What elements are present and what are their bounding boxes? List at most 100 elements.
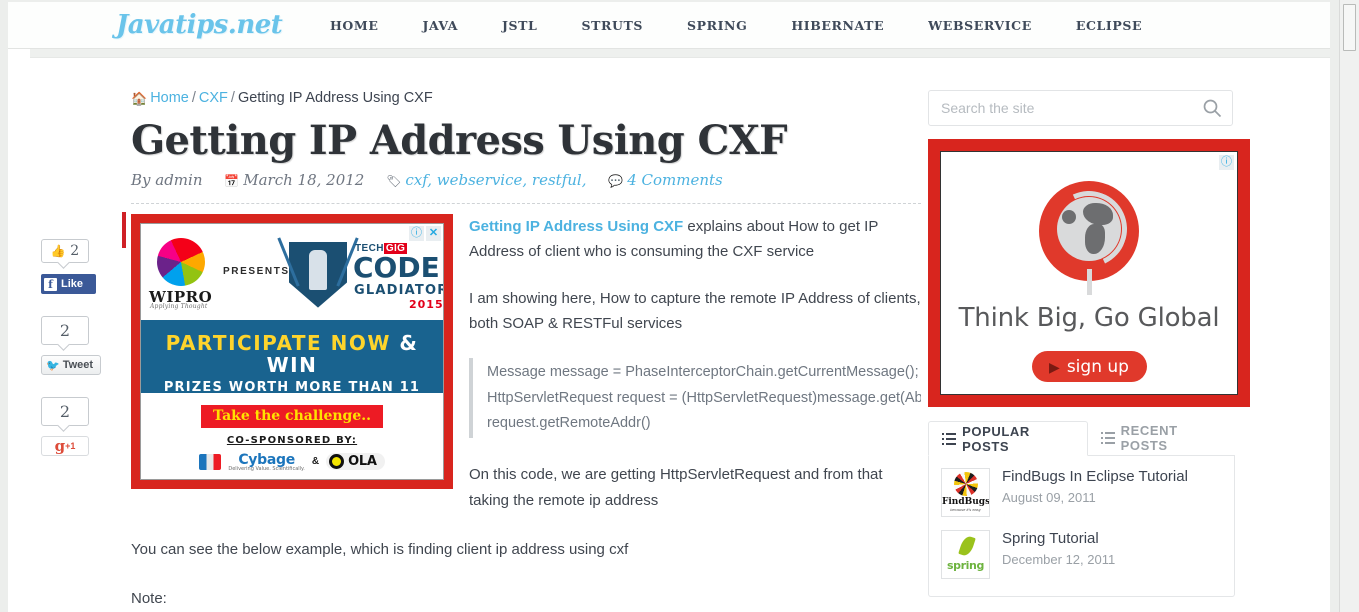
- facebook-icon: f: [44, 277, 57, 291]
- article-inline-link[interactable]: Getting IP Address Using CXF: [469, 218, 683, 235]
- nav-item-eclipse[interactable]: ECLIPSE: [1054, 18, 1164, 33]
- gladiator-figure-icon: [309, 249, 327, 290]
- ad-row-cta: Take the challenge.. CO-SPONSORED BY: Cy…: [141, 393, 443, 477]
- cybage-tagline: Delivering Value. Scientifically.: [228, 465, 305, 472]
- breadcrumb-category-link[interactable]: CXF: [199, 90, 228, 106]
- site-logo[interactable]: Javatips.net: [116, 10, 283, 40]
- post-author: By admin: [131, 170, 203, 189]
- code-line-3: request.getRemoteAddr(): [487, 415, 651, 432]
- facebook-like-label: Like: [61, 278, 84, 290]
- google-plus-one-button[interactable]: g +1: [41, 436, 89, 456]
- tab-popular-posts[interactable]: POPULAR POSTS: [928, 421, 1088, 456]
- ad-year: 2015: [409, 297, 444, 311]
- google-plus-one-label: +1: [65, 441, 76, 451]
- ad-ampersand: &: [399, 330, 419, 355]
- article-paragraph-4: You can see the below example, which is …: [131, 540, 629, 558]
- ad-code-word: CODE: [353, 250, 440, 284]
- nav-item-home[interactable]: HOME: [308, 18, 400, 33]
- post-tags[interactable]: cxf, webservice, restful,: [405, 171, 586, 189]
- main-navigation: HOME JAVA JSTL STRUTS SPRING HIBERNATE W…: [308, 18, 1164, 33]
- ad-participate-line: PARTICIPATE NOW & WIN: [141, 320, 443, 376]
- ad-info-icon[interactable]: ⓘ: [409, 225, 424, 241]
- findbugs-logo: FindBugs because it's easy: [941, 468, 990, 517]
- nav-item-spring[interactable]: SPRING: [665, 18, 769, 33]
- content-column: 🏠 Home / CXF / Getting IP Address Using CXF G…: [122, 90, 921, 612]
- article-body: ⓘ ✕ WIPRO Applying Thought PRESENTS TECH…: [122, 204, 921, 612]
- inline-advertisement[interactable]: ⓘ ✕ WIPRO Applying Thought PRESENTS TECH…: [131, 213, 453, 489]
- globe-ring: [1040, 180, 1138, 278]
- scrollbar-thumb[interactable]: [1343, 4, 1356, 51]
- social-share-rail: 👍 2 f Like 2 🐦 Tweet 2 g +1: [41, 239, 101, 456]
- ad-cosponsored-label: CO-SPONSORED BY:: [226, 434, 358, 446]
- code-line-1: Message message = PhaseInterceptorChain.…: [487, 364, 919, 381]
- ola-label: OLA: [348, 454, 377, 470]
- post-comments-group: 💬 4 Comments: [608, 171, 722, 189]
- list-item[interactable]: FindBugs because it's easy FindBugs In E…: [941, 468, 1222, 517]
- post-date: March 18, 2012: [243, 170, 365, 189]
- page-shell: Javatips.net HOME JAVA JSTL STRUTS SPRIN…: [8, 2, 1330, 612]
- article-note: Note:: [131, 590, 167, 608]
- tab-popular-posts-label: POPULAR POSTS: [962, 423, 1030, 454]
- breadcrumb-separator-2: /: [230, 90, 235, 106]
- site-header: Javatips.net HOME JAVA JSTL STRUTS SPRIN…: [8, 2, 1330, 49]
- sign-up-button[interactable]: ▶ sign up: [1031, 351, 1147, 382]
- search-box: [928, 90, 1233, 126]
- globe-icon: [1039, 180, 1139, 295]
- tab-recent-posts-label: RECENT POSTS: [1120, 423, 1178, 453]
- spring-wordmark: spring: [947, 559, 984, 572]
- sign-up-label: sign up: [1066, 356, 1129, 377]
- facebook-like-button[interactable]: f Like: [41, 274, 96, 294]
- code-line-2: HttpServletRequest request = (HttpServle…: [487, 389, 921, 406]
- tab-recent-posts[interactable]: RECENT POSTS: [1088, 421, 1235, 455]
- ad-frame: ⓘ ✕ WIPRO Applying Thought PRESENTS TECH…: [140, 222, 444, 480]
- twitter-tweet-count: 2: [41, 316, 89, 345]
- list-item-title[interactable]: FindBugs In Eclipse Tutorial: [1002, 468, 1188, 487]
- nav-item-webservice[interactable]: WEBSERVICE: [906, 18, 1054, 33]
- ad-ampersand-2: &: [311, 456, 320, 468]
- header-divider: [30, 49, 1330, 58]
- twitter-tweet-button[interactable]: 🐦 Tweet: [41, 355, 101, 375]
- sidebar-advertisement[interactable]: ⓘ Think Big, Go Global ▶ sign up: [928, 139, 1250, 407]
- wipro-logo-icon: [157, 237, 205, 286]
- take-the-challenge-button[interactable]: Take the challenge..: [201, 404, 383, 428]
- list-item[interactable]: spring Spring Tutorial December 12, 2011: [941, 530, 1222, 579]
- facebook-like-count: 👍 2: [41, 239, 89, 263]
- nav-item-hibernate[interactable]: HIBERNATE: [769, 18, 906, 33]
- page-title: Getting IP Address Using CXF: [131, 117, 788, 165]
- breadcrumb-separator-1: /: [191, 90, 196, 106]
- play-arrow-icon: ▶: [1049, 358, 1060, 375]
- nav-item-jstl[interactable]: JSTL: [480, 18, 559, 33]
- tag-icon: 🏷: [386, 173, 402, 188]
- list-item-text: Spring Tutorial December 12, 2011: [1002, 530, 1115, 579]
- ad-participate-text: PARTICIPATE NOW: [165, 330, 391, 355]
- list-item-title[interactable]: Spring Tutorial: [1002, 530, 1115, 549]
- sidebar-ad-info-icon[interactable]: ⓘ: [1219, 155, 1234, 170]
- accent-bar: [122, 211, 126, 248]
- search-icon[interactable]: [1202, 98, 1222, 118]
- post-comments-link[interactable]: 4 Comments: [627, 171, 723, 189]
- globe-stem: [1087, 269, 1092, 295]
- search-input[interactable]: [929, 91, 1194, 125]
- spring-logo: spring: [941, 530, 990, 579]
- breadcrumb-home-link[interactable]: Home: [150, 90, 189, 106]
- vertical-scrollbar[interactable]: [1339, 0, 1359, 612]
- cybage-logo-icon: [199, 453, 222, 470]
- wipro-tagline: Applying Thought: [150, 302, 208, 310]
- ad-win-text: WIN: [266, 352, 318, 377]
- posts-widget: POPULAR POSTS RECENT POSTS FindBugs beca…: [928, 421, 1235, 597]
- nav-item-struts[interactable]: STRUTS: [559, 18, 665, 33]
- twitter-tweet-label: Tweet: [62, 359, 94, 371]
- ola-logo: OLA: [326, 453, 385, 471]
- list-item-text: FindBugs In Eclipse Tutorial August 09, …: [1002, 468, 1188, 517]
- ordered-list-icon: [942, 432, 956, 445]
- ad-close-icon[interactable]: ✕: [426, 225, 441, 241]
- breadcrumb: 🏠 Home / CXF / Getting IP Address Using CXF: [131, 90, 921, 107]
- home-icon: 🏠: [131, 91, 148, 106]
- ad-controls: ⓘ ✕: [409, 225, 441, 241]
- bullet-list-icon: [1100, 432, 1115, 444]
- findbugs-seal-icon: [954, 472, 978, 496]
- spring-leaf-icon: [958, 534, 976, 558]
- post-tags-group: 🏷 cxf, webservice, restful,: [386, 171, 586, 189]
- nav-item-java[interactable]: JAVA: [400, 18, 480, 33]
- breadcrumb-current: Getting IP Address Using CXF: [237, 90, 433, 106]
